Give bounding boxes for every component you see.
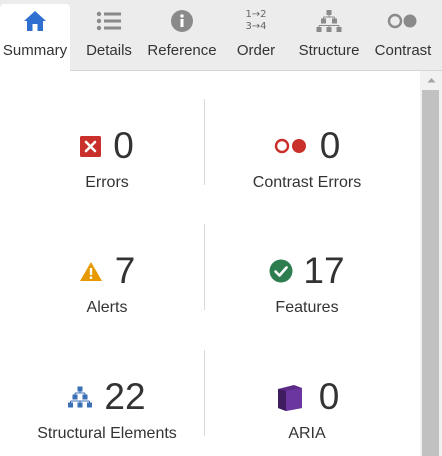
- tab-contrast[interactable]: Contrast: [370, 4, 436, 70]
- feature-icon: [269, 259, 293, 283]
- alerts-count: 7: [114, 250, 136, 291]
- contrast-errors-label: Contrast Errors: [252, 174, 362, 191]
- order-icon: 1→2 3→4: [245, 4, 266, 38]
- structural-elements-label: Structural Elements: [37, 425, 177, 442]
- error-icon: [80, 135, 102, 157]
- divider: [204, 350, 205, 436]
- structural-elements-summary: 22 Structural Elements: [12, 375, 202, 443]
- summary-panel: 0 Errors 0 Contrast Errors 7 Alerts 17 F…: [0, 71, 420, 456]
- order-icon-top: 1→2: [245, 9, 267, 20]
- structure-icon: [316, 4, 342, 38]
- home-icon: [23, 4, 47, 38]
- tab-label: Summary: [2, 42, 68, 59]
- scrollbar-thumb[interactable]: [422, 90, 439, 456]
- tab-label: Structure: [298, 42, 360, 59]
- scrollbar[interactable]: [420, 71, 442, 456]
- structure-icon: [68, 386, 93, 408]
- features-summary: 17 Features: [212, 249, 402, 317]
- tab-label: Reference: [147, 42, 217, 59]
- aria-label: ARIA: [288, 425, 326, 442]
- info-icon: [170, 4, 194, 38]
- tab-details[interactable]: Details: [78, 4, 140, 70]
- order-icon-bottom: 3→4: [245, 21, 267, 32]
- tab-label: Details: [86, 42, 132, 59]
- scroll-up-arrow-icon[interactable]: [420, 71, 442, 88]
- errors-count: 0: [113, 125, 134, 166]
- contrast-errors-count: 0: [319, 125, 341, 166]
- divider: [204, 99, 205, 185]
- alerts-summary: 7 Alerts: [12, 249, 202, 317]
- errors-summary: 0 Errors: [12, 124, 202, 192]
- list-icon: [96, 4, 122, 38]
- contrast-errors-summary: 0 Contrast Errors: [212, 124, 402, 192]
- alerts-label: Alerts: [86, 299, 128, 316]
- aria-summary: 0 ARIA: [212, 375, 402, 443]
- features-label: Features: [275, 299, 339, 316]
- aria-count: 0: [318, 376, 340, 417]
- divider: [204, 224, 205, 310]
- contrast-icon: [387, 4, 419, 38]
- errors-label: Errors: [85, 174, 129, 191]
- features-count: 17: [303, 250, 345, 291]
- tab-label: Order: [236, 42, 276, 59]
- tab-order[interactable]: 1→2 3→4 Order: [228, 4, 284, 70]
- tab-bar: Summary Details Reference 1→2 3→4 Order …: [0, 0, 442, 71]
- tab-structure[interactable]: Structure: [292, 4, 366, 70]
- contrast-error-icon: [274, 138, 308, 154]
- structural-elements-count: 22: [104, 376, 146, 417]
- tab-summary[interactable]: Summary: [0, 4, 70, 71]
- tab-reference[interactable]: Reference: [144, 4, 220, 70]
- alert-icon: [79, 261, 103, 282]
- tab-label: Contrast: [374, 42, 432, 59]
- aria-icon: [275, 382, 305, 412]
